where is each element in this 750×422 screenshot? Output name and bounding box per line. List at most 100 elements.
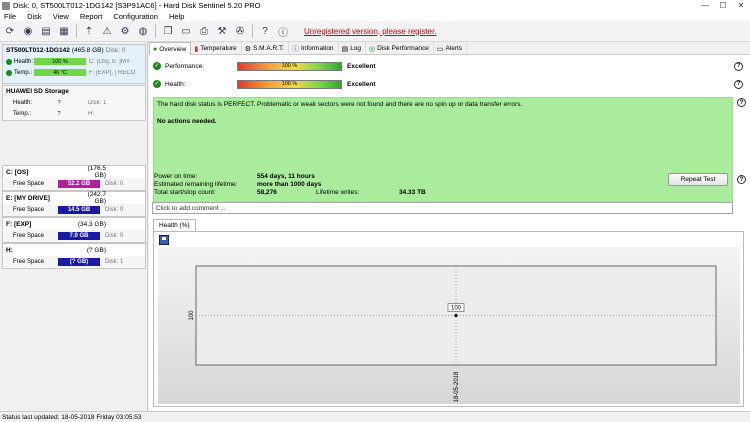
disk-header: HUAWEI SD Storage xyxy=(3,86,145,97)
log-icon: ▤ xyxy=(341,45,349,53)
help-icon[interactable]: ? xyxy=(734,79,743,89)
free-space-label: Free Space xyxy=(13,181,45,187)
volume-name: C: [OS] xyxy=(6,168,29,176)
about-icon[interactable]: ⓘ xyxy=(276,24,290,39)
startstop-label: Total start/stop count: xyxy=(154,188,216,196)
window-controls: — ☐ ✕ xyxy=(696,0,750,11)
close-button[interactable]: ✕ xyxy=(732,0,750,11)
volume-disk: Disk: 0 xyxy=(105,207,124,213)
disk-status-icon[interactable]: ◉ xyxy=(21,24,35,38)
menu-disk[interactable]: Disk xyxy=(27,12,42,21)
disk-list-panel: ST500LT012-1DG142 (465.8 GB) Disk: 0 Hea… xyxy=(0,42,148,411)
save-report-icon[interactable]: ▭ xyxy=(179,24,193,38)
health-row: ✓ Health: 100 % Excellent ? xyxy=(153,78,747,90)
toolbar-separator xyxy=(76,24,77,38)
menu-file[interactable]: File xyxy=(4,12,16,21)
tools-icon[interactable]: ✇ xyxy=(233,24,247,38)
help-icon[interactable]: ? xyxy=(734,61,743,71)
disk-size: (465.8 GB) xyxy=(71,47,104,54)
disk-name: HUAWEI SD Storage xyxy=(6,88,69,95)
settings-icon[interactable]: ⚒ xyxy=(215,24,229,38)
y-tick-label: 100 xyxy=(189,310,195,321)
menu-help[interactable]: Help xyxy=(169,12,184,21)
volume-size: (242.7 GB) xyxy=(87,191,106,205)
volume-entry[interactable]: E: [MY DRIVE] (242.7 GB) Free Space 14.5 G… xyxy=(2,191,146,217)
volume-entry[interactable]: H: (? GB) Free Space (? GB) Disk: 1 xyxy=(2,243,146,269)
temp-label: Temp.: xyxy=(13,110,32,117)
performance-gauge: 100 % xyxy=(237,61,342,71)
comment-input[interactable]: Click to add comment ... xyxy=(152,202,733,214)
alerts-icon: ▭ xyxy=(436,45,444,53)
unregistered-link[interactable]: Unregistered version, please register. xyxy=(304,27,437,36)
disk-header: ST500LT012-1DG142 (465.8 GB) Disk: 0 xyxy=(3,45,145,56)
health-gauge: 100 % xyxy=(237,79,342,89)
writes-label: Lifetime writes: xyxy=(316,188,360,196)
health-chart-svg: 100 18-05-2018 100 xyxy=(189,265,717,402)
volume-entry[interactable]: C: [OS] (176.5 GB) Free Space 52.2 GB Disk:… xyxy=(2,165,146,191)
health-label: Health: xyxy=(14,58,34,65)
send-report-icon[interactable]: ⇡ xyxy=(82,24,96,38)
tab-disk-performance[interactable]: ◎ Disk Performance xyxy=(366,42,434,55)
disk-temp-row: Temp.: ? H: xyxy=(3,108,145,119)
copy-icon[interactable]: ❐ xyxy=(161,24,175,38)
menu-report[interactable]: Report xyxy=(80,12,103,21)
health-bar: 100 % xyxy=(34,58,86,65)
volume-entry[interactable]: F: [EXP] (34.3 GB) Free Space 7.0 GB Disk: … xyxy=(2,217,146,243)
volume-name: E: [MY DRIVE] xyxy=(6,194,50,202)
report-icon[interactable]: ▤ xyxy=(39,24,53,38)
disk-entry-1[interactable]: HUAWEI SD Storage Health: ? Disk: 1 Temp… xyxy=(2,85,146,121)
disk-health-row: Health: 100 % C: [OS], E: [MY xyxy=(3,56,145,67)
help-icon[interactable]: ? xyxy=(737,98,746,107)
x-tick-label: 18-05-2018 xyxy=(454,371,460,402)
window-title: Disk: 0, ST500LT012-1DG142 [S3P91AC6] - … xyxy=(13,1,261,10)
disk-temp-row: Temp.: 46 °C F: [EXP], [ RECO xyxy=(3,67,145,78)
performance-label: Performance: xyxy=(165,62,205,70)
disk-entry-0[interactable]: ST500LT012-1DG142 (465.8 GB) Disk: 0 Hea… xyxy=(2,44,146,84)
volume-disk: Disk: 0 xyxy=(105,233,124,239)
html-report-icon[interactable]: ▦ xyxy=(57,24,71,38)
lifetime-row: Estimated remaining lifetime: more than … xyxy=(154,180,321,188)
maximize-button[interactable]: ☐ xyxy=(714,0,732,11)
status-message: The hard disk status is PERFECT. Problem… xyxy=(157,101,523,108)
volume-name: F: [EXP] xyxy=(6,220,32,228)
tab-label: S.M.A.R.T. xyxy=(252,45,285,52)
tab-overview[interactable]: ● Overview xyxy=(149,42,192,55)
writes-value: 34.33 TB xyxy=(399,188,426,196)
tab-information[interactable]: ⓘ Information xyxy=(289,42,339,55)
performance-row: ✓ Performance: 100 % Excellent ? xyxy=(153,60,747,72)
lifetime-value: more than 1000 days xyxy=(257,180,322,188)
print-icon[interactable]: ⎙ xyxy=(197,24,211,38)
minimize-button[interactable]: — xyxy=(696,0,714,11)
tab-alerts[interactable]: ▭ Alerts xyxy=(434,42,468,55)
tab-smart[interactable]: ⚙ S.M.A.R.T. xyxy=(242,42,290,55)
disk-partitions-2: F: [EXP], [ RECO xyxy=(89,69,136,76)
menu-view[interactable]: View xyxy=(53,12,69,21)
refresh-icon[interactable]: ⟳ xyxy=(3,24,17,38)
performance-icon: ◎ xyxy=(369,45,376,53)
tab-health-chart[interactable]: Health (%) xyxy=(153,219,196,231)
temp-label: Temp.: xyxy=(14,69,33,76)
ok-icon: ✓ xyxy=(153,80,161,88)
tab-temperature[interactable]: ▮ Temperature xyxy=(191,42,242,55)
health-label: Health: xyxy=(13,99,33,106)
repeat-test-button[interactable]: Repeat Test xyxy=(668,173,728,186)
test-icon[interactable]: ⚙ xyxy=(118,24,132,38)
health-chart-frame: 100 18-05-2018 100 xyxy=(153,231,744,407)
help-icon[interactable]: ? xyxy=(737,175,746,184)
tab-label: Alerts xyxy=(445,45,463,52)
disk-test-icon[interactable]: ◍ xyxy=(136,24,150,38)
disk-name: ST500LT012-1DG142 xyxy=(6,47,70,54)
menu-configuration[interactable]: Configuration xyxy=(113,12,158,21)
performance-rating: Excellent xyxy=(347,62,376,70)
menu-bar: File Disk View Report Configuration Help xyxy=(0,11,750,21)
tab-label: Disk Performance xyxy=(377,45,429,52)
help-icon[interactable]: ? xyxy=(258,24,272,38)
info-icon: ⓘ xyxy=(292,45,300,53)
title-bar: Disk: 0, ST500LT012-1DG142 [S3P91AC6] - … xyxy=(0,0,750,11)
alert-icon[interactable]: ⚠ xyxy=(100,24,114,38)
free-space-label: Free Space xyxy=(13,233,45,239)
save-chart-icon[interactable] xyxy=(159,235,169,245)
health-chart: 100 18-05-2018 100 xyxy=(158,247,740,404)
free-space-bar: (? GB) xyxy=(58,258,100,266)
tab-log[interactable]: ▤ Log xyxy=(339,42,367,55)
